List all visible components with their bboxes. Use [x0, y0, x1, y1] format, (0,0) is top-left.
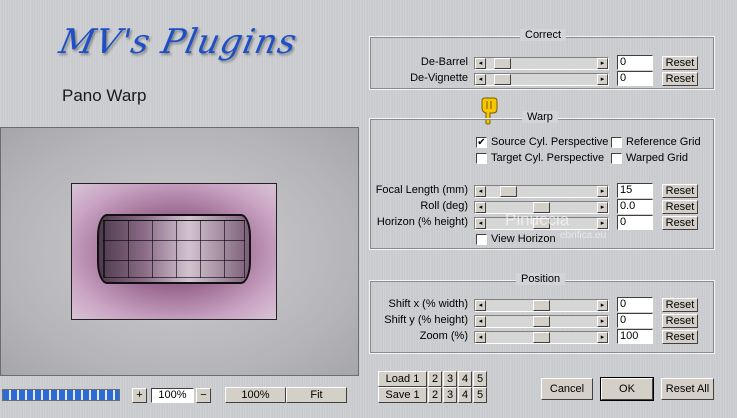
shift-y-slider-thumb[interactable] [533, 316, 550, 327]
correct-group-title: Correct [520, 29, 567, 41]
de-barrel-label: De-Barrel [420, 56, 468, 68]
focal-length-slider-thumb[interactable] [500, 186, 517, 197]
de-vignette-value-field[interactable]: 0 [617, 71, 653, 86]
shift-x-slider[interactable]: ◂ ▸ [474, 299, 609, 312]
arrow-right-icon[interactable]: ▸ [597, 300, 608, 311]
ok-button[interactable]: OK [600, 377, 654, 401]
zoom-level-field[interactable]: 100% [151, 388, 194, 403]
shift-y-value-field[interactable]: 0 [617, 313, 653, 328]
watermark-subtext: ebrifica.eu [560, 230, 607, 241]
save-preset-4-button[interactable]: 4 [458, 387, 472, 403]
mvs-plugins-logo: MV's Plugins [55, 22, 301, 62]
zoom-100-button[interactable]: 100% [225, 387, 286, 403]
arrow-right-icon[interactable]: ▸ [597, 332, 608, 343]
load-preset-4-button[interactable]: 4 [458, 371, 472, 387]
zoom-out-button[interactable]: − [196, 388, 211, 403]
reference-grid-label: Reference Grid [626, 136, 701, 148]
reference-grid-checkbox[interactable] [611, 137, 622, 148]
save-preset-2-button[interactable]: 2 [428, 387, 442, 403]
de-vignette-reset-button[interactable]: Reset [662, 72, 698, 86]
source-cyl-perspective-checkbox[interactable]: ✔ [476, 137, 487, 148]
arrow-right-icon[interactable]: ▸ [597, 202, 608, 213]
arrow-left-icon[interactable]: ◂ [475, 186, 486, 197]
load-preset-5-button[interactable]: 5 [473, 371, 487, 387]
de-barrel-value-field[interactable]: 0 [617, 55, 653, 70]
progress-bar [2, 389, 120, 401]
roll-value-field[interactable]: 0.0 [617, 199, 653, 214]
focal-length-label: Focal Length (mm) [375, 184, 468, 196]
focal-length-slider[interactable]: ◂ ▸ [474, 185, 609, 198]
focal-length-value-field[interactable]: 15 [617, 183, 653, 198]
zoom-value-field[interactable]: 100 [617, 329, 653, 344]
preview-warped-panel [97, 214, 251, 284]
save-preset-3-button[interactable]: 3 [443, 387, 457, 403]
focal-length-reset-button[interactable]: Reset [662, 184, 698, 198]
arrow-right-icon[interactable]: ▸ [597, 218, 608, 229]
arrow-right-icon[interactable]: ▸ [597, 74, 608, 85]
load-preset-2-button[interactable]: 2 [428, 371, 442, 387]
shift-x-reset-button[interactable]: Reset [662, 298, 698, 312]
horizon-label: Horizon (% height) [376, 216, 468, 228]
target-cyl-perspective-checkbox[interactable] [476, 153, 487, 164]
source-cyl-perspective-label: Source Cyl. Perspective [491, 136, 609, 148]
plugin-title: Pano Warp [62, 86, 147, 105]
view-horizon-label: View Horizon [491, 233, 556, 245]
arrow-left-icon[interactable]: ◂ [475, 332, 486, 343]
save-preset-5-button[interactable]: 5 [473, 387, 487, 403]
arrow-left-icon[interactable]: ◂ [475, 316, 486, 327]
zoom-slider[interactable]: ◂ ▸ [474, 331, 609, 344]
horizon-reset-button[interactable]: Reset [662, 216, 698, 230]
load-preset-3-button[interactable]: 3 [443, 371, 457, 387]
arrow-left-icon[interactable]: ◂ [475, 202, 486, 213]
de-barrel-slider-thumb[interactable] [494, 58, 511, 69]
preview-grid-overlay [103, 220, 245, 278]
watermark-text: Pinuccia [505, 210, 570, 229]
de-barrel-reset-button[interactable]: Reset [662, 56, 698, 70]
warped-grid-checkbox[interactable] [611, 153, 622, 164]
warped-grid-label: Warped Grid [626, 152, 688, 164]
roll-label: Roll (deg) [420, 200, 468, 212]
position-group-title: Position [516, 273, 566, 285]
zoom-reset-button[interactable]: Reset [662, 330, 698, 344]
cancel-button[interactable]: Cancel [541, 378, 593, 400]
save-preset-button[interactable]: Save 1 [378, 387, 427, 403]
load-preset-button[interactable]: Load 1 [378, 371, 427, 387]
target-cyl-perspective-label: Target Cyl. Perspective [491, 152, 605, 164]
shift-y-label: Shift y (% height) [384, 314, 468, 326]
de-barrel-slider[interactable]: ◂ ▸ [474, 57, 609, 70]
shift-y-slider[interactable]: ◂ ▸ [474, 315, 609, 328]
image-preview[interactable] [0, 127, 359, 376]
arrow-left-icon[interactable]: ◂ [475, 74, 486, 85]
zoom-fit-button[interactable]: Fit [286, 387, 347, 403]
arrow-right-icon[interactable]: ▸ [597, 186, 608, 197]
view-horizon-checkbox[interactable] [476, 234, 487, 245]
shift-y-reset-button[interactable]: Reset [662, 314, 698, 328]
de-vignette-label: De-Vignette [410, 72, 468, 84]
shift-x-slider-thumb[interactable] [533, 300, 550, 311]
zoom-slider-thumb[interactable] [533, 332, 550, 343]
arrow-left-icon[interactable]: ◂ [475, 58, 486, 69]
preview-image [71, 183, 277, 320]
zoom-label: Zoom (%) [419, 330, 468, 342]
warp-group-title: Warp [522, 111, 558, 123]
shift-x-label: Shift x (% width) [388, 298, 468, 310]
roll-reset-button[interactable]: Reset [662, 200, 698, 214]
horizon-value-field[interactable]: 0 [617, 215, 653, 230]
arrow-left-icon[interactable]: ◂ [475, 218, 486, 229]
zoom-in-button[interactable]: + [132, 388, 147, 403]
de-vignette-slider-thumb[interactable] [494, 74, 511, 85]
reset-all-button[interactable]: Reset All [661, 378, 714, 400]
de-vignette-slider[interactable]: ◂ ▸ [474, 73, 609, 86]
arrow-right-icon[interactable]: ▸ [597, 316, 608, 327]
arrow-right-icon[interactable]: ▸ [597, 58, 608, 69]
shift-x-value-field[interactable]: 0 [617, 297, 653, 312]
arrow-left-icon[interactable]: ◂ [475, 300, 486, 311]
